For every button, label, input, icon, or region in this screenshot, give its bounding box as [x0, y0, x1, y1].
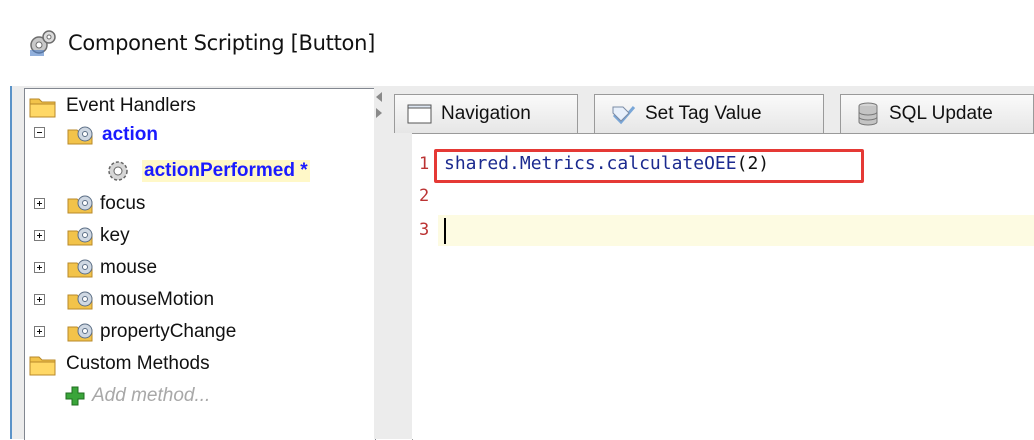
window-title: Component Scripting [Button]: [68, 31, 375, 55]
expand-toggle[interactable]: [34, 326, 45, 337]
expand-toggle[interactable]: [34, 198, 45, 209]
gear-folder-icon: [67, 291, 93, 310]
tree-folder-event-handlers[interactable]: Event Handlers: [28, 91, 196, 121]
tree-item-actionperformed[interactable]: actionPerformed *: [104, 156, 310, 186]
expand-toggle[interactable]: [34, 294, 45, 305]
gear-folder-icon: [67, 126, 93, 145]
tab-set-tag-value[interactable]: Set Tag Value: [594, 94, 824, 133]
tree-label-propertychange: propertyChange: [100, 321, 237, 342]
tree-item-action[interactable]: action: [66, 120, 158, 150]
tree-item-focus[interactable]: focus: [66, 189, 145, 219]
tag-check-icon: [612, 106, 636, 125]
text-caret: [444, 218, 446, 244]
title-bar: Component Scripting [Button]: [0, 0, 1034, 86]
gear-folder-icon: [67, 195, 93, 214]
gear-icon: [108, 161, 128, 181]
folder-icon: [29, 98, 56, 118]
add-method-label: Add method...: [92, 385, 211, 406]
add-method-item[interactable]: Add method...: [64, 381, 210, 411]
folder-icon: [29, 356, 56, 376]
gear-folder-icon: [67, 259, 93, 278]
tree-item-mouse[interactable]: mouse: [66, 253, 157, 283]
tree-label-mouse: mouse: [100, 257, 158, 278]
gear-folder-icon: [67, 323, 93, 342]
action-tabs: Navigation Set Tag Value SQL Update: [388, 88, 1034, 133]
expand-toggle[interactable]: [34, 262, 45, 273]
tree-label-action: action: [102, 124, 158, 145]
collapse-left-arrow-icon[interactable]: [376, 92, 382, 102]
collapse-right-arrow-icon[interactable]: [376, 108, 382, 118]
gear-folder-icon: [67, 227, 93, 246]
window-icon: [407, 104, 432, 124]
collapse-toggle[interactable]: [34, 127, 45, 138]
panel-splitter[interactable]: [374, 86, 388, 439]
tree-label-event-handlers: Event Handlers: [66, 95, 196, 116]
current-line-highlight: [438, 215, 1034, 246]
line-number: 1: [419, 154, 430, 174]
plus-icon: [65, 386, 85, 406]
tree-label-key: key: [100, 225, 130, 246]
tab-sql-update[interactable]: SQL Update: [840, 94, 1034, 133]
line-number: 3: [419, 220, 430, 240]
tree-item-propertychange[interactable]: propertyChange: [66, 317, 236, 347]
tree-label-mousemotion: mouseMotion: [100, 289, 215, 310]
tab-label-set-tag-value: Set Tag Value: [645, 103, 762, 124]
tree-label-custom-methods: Custom Methods: [66, 353, 210, 374]
annotation-highlight-box: [434, 149, 864, 183]
tree-item-key[interactable]: key: [66, 221, 130, 251]
tree-folder-custom-methods[interactable]: Custom Methods: [28, 349, 210, 379]
tree-label-focus: focus: [100, 193, 146, 214]
tab-label-sql-update: SQL Update: [889, 103, 993, 124]
tree-label-actionperformed: actionPerformed *: [142, 160, 310, 182]
gears-icon: [30, 30, 56, 56]
tab-navigation[interactable]: Navigation: [394, 94, 578, 133]
expand-toggle[interactable]: [34, 230, 45, 241]
database-icon: [858, 102, 878, 126]
line-number: 2: [419, 186, 430, 206]
tree-item-mousemotion[interactable]: mouseMotion: [66, 285, 214, 315]
tab-label-navigation: Navigation: [441, 103, 531, 124]
